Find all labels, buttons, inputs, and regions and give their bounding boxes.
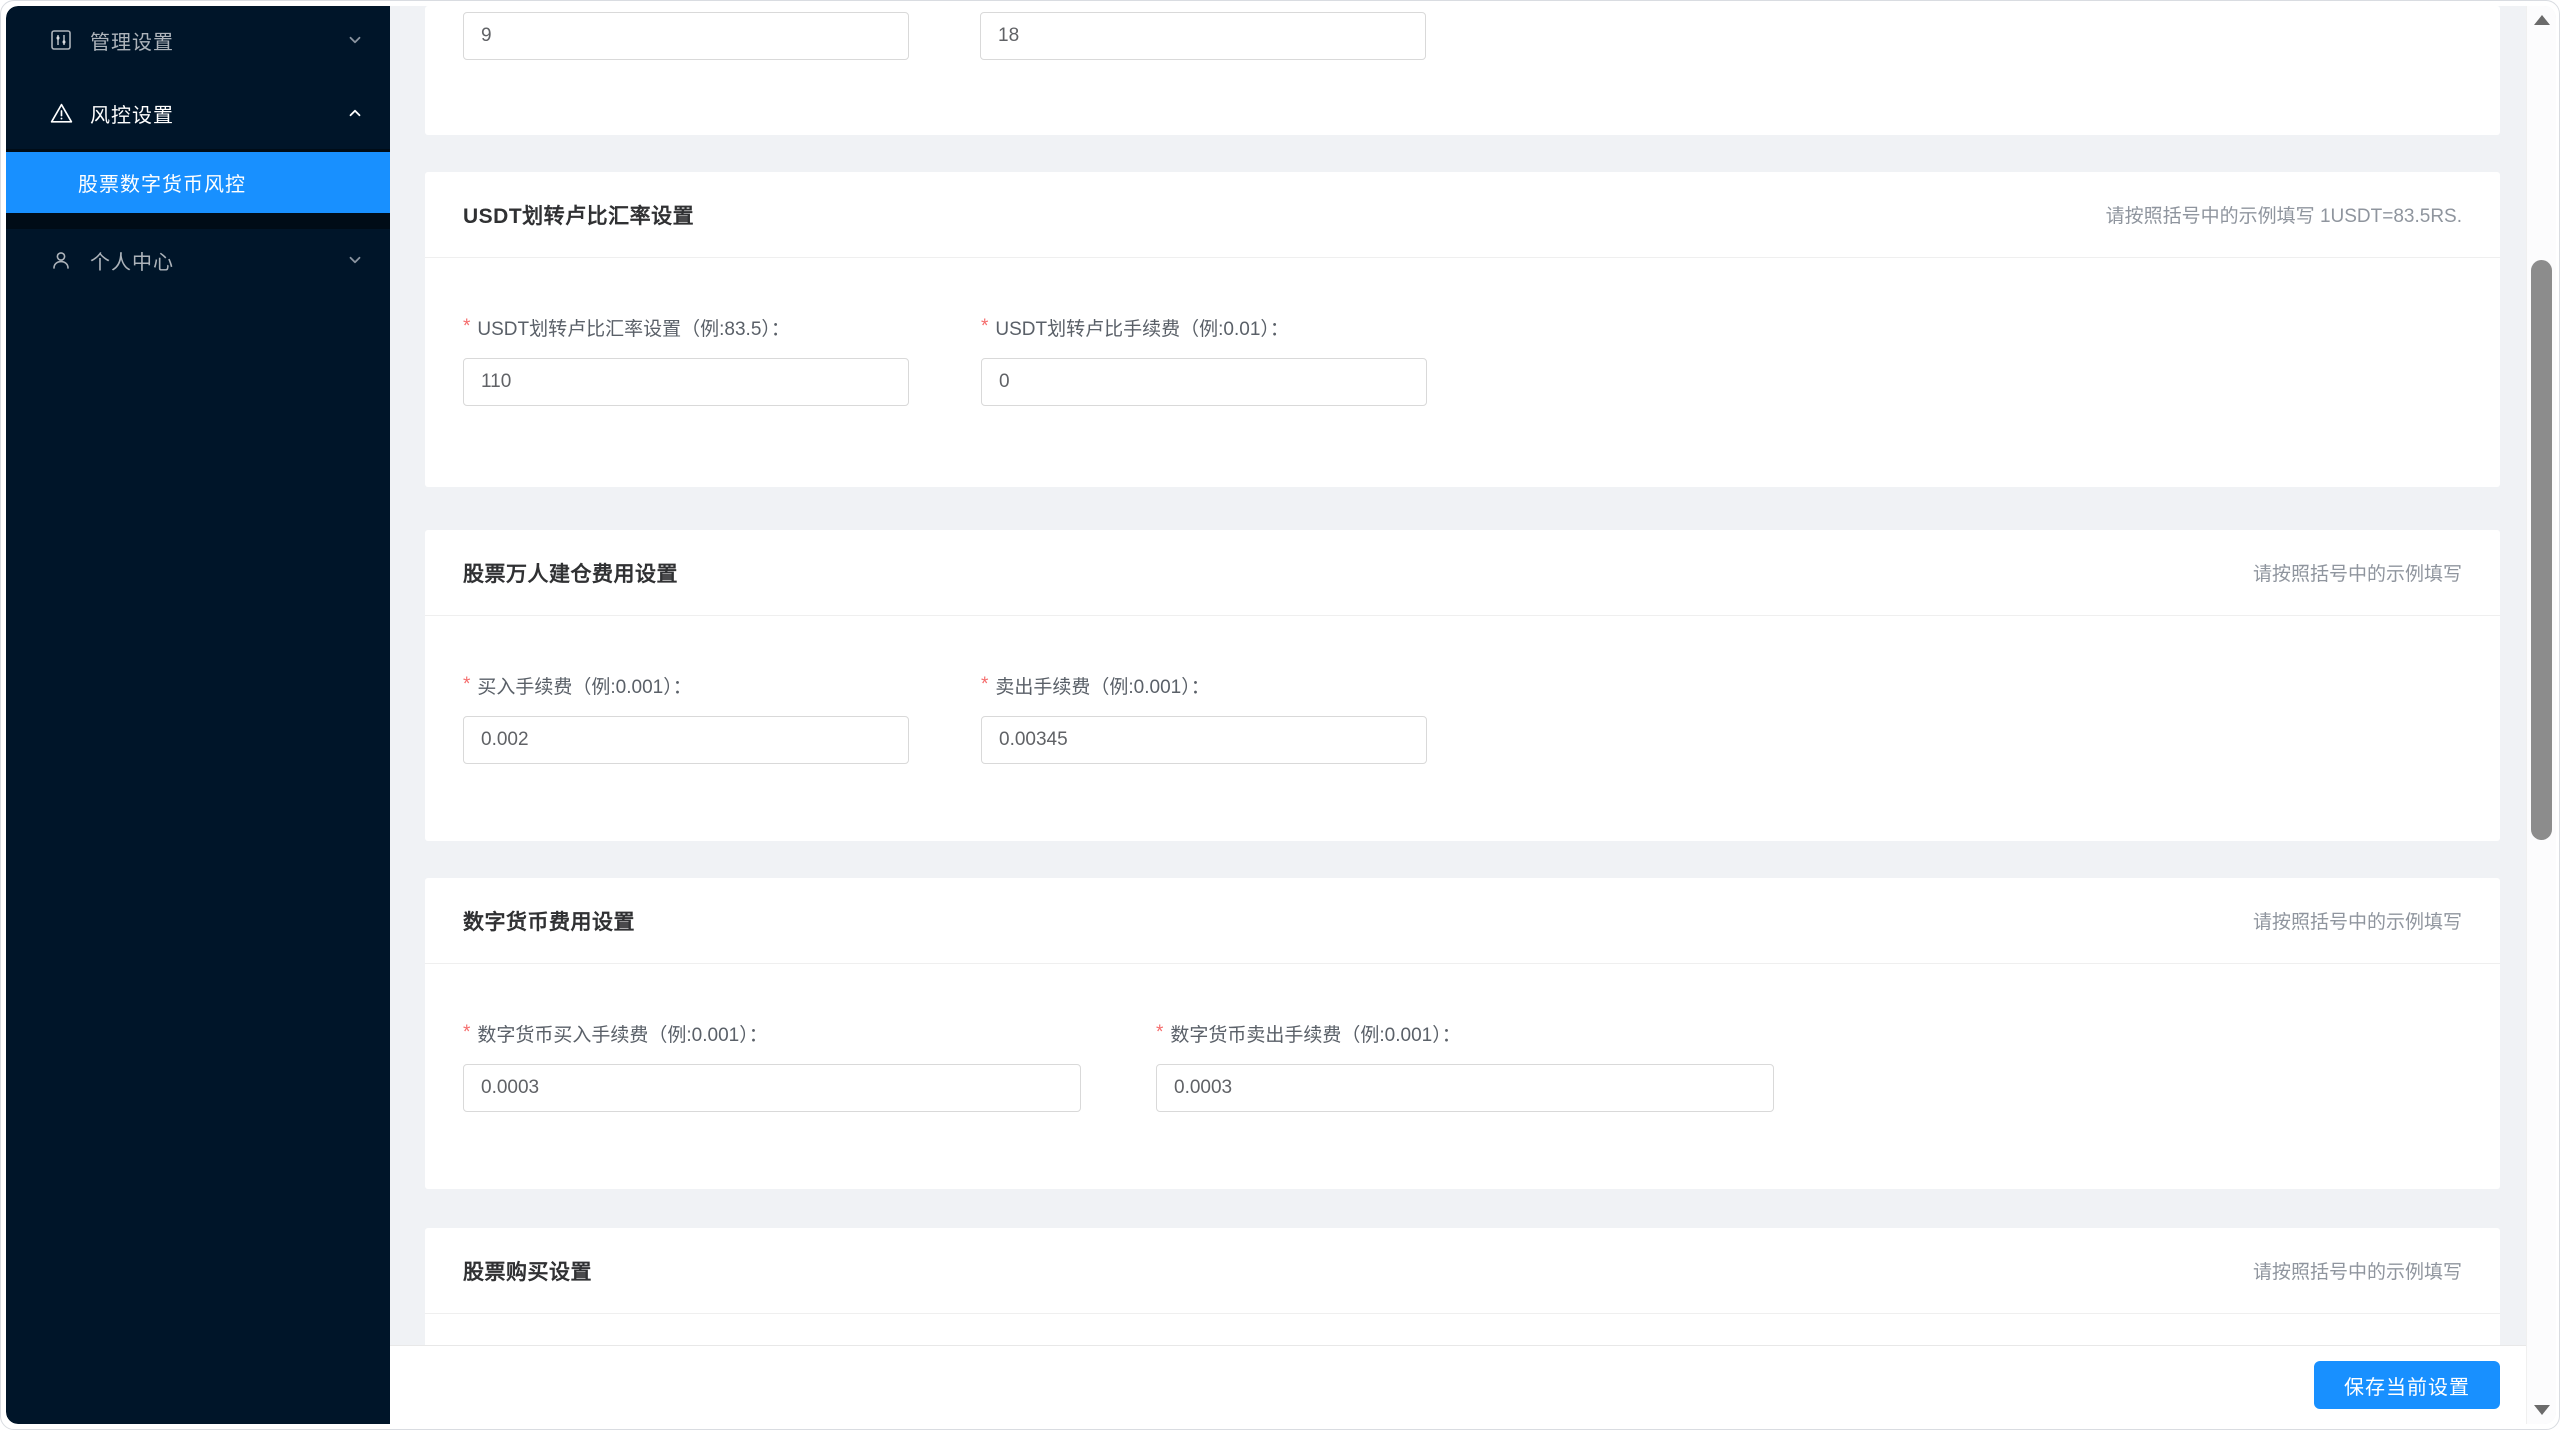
sidebar-item-label: 风控设置 [90, 99, 174, 128]
sell-fee-input[interactable] [981, 716, 1427, 764]
section-header: 数字货币费用设置 请按照括号中的示例填写 [425, 878, 2500, 964]
field-label: * 数字货币买入手续费（例:0.001）： [463, 1021, 1081, 1045]
main-content: USDT划转卢比汇率设置 请按照括号中的示例填写 1USDT=83.5RS. *… [390, 6, 2526, 1424]
chevron-up-icon [346, 104, 364, 122]
section-title: 数字货币费用设置 [463, 906, 635, 936]
crypto-sell-fee-field: * 数字货币卖出手续费（例:0.001）： [1156, 1021, 1774, 1112]
scroll-down-arrow-icon[interactable] [2534, 1405, 2550, 1415]
section-hint: 请按照括号中的示例填写 [2253, 907, 2462, 934]
field-label-text: 卖出手续费（例:0.001）： [995, 672, 1209, 699]
required-asterisk: * [981, 316, 988, 338]
sidebar-item-label: 股票数字货币风控 [78, 168, 246, 197]
section-title: 股票购买设置 [463, 1256, 592, 1286]
field-label: * 买入手续费（例:0.001）： [463, 673, 909, 697]
crypto-buy-fee-field: * 数字货币买入手续费（例:0.001）： [463, 1021, 1081, 1112]
required-asterisk: * [1156, 1022, 1163, 1044]
buy-fee-input[interactable] [463, 716, 909, 764]
required-asterisk: * [463, 1022, 470, 1044]
risk-submenu: 股票数字货币风控 [6, 149, 390, 229]
sidebar-item-label: 管理设置 [90, 26, 174, 55]
sidebar-item-personal-center[interactable]: 个人中心 [6, 230, 390, 290]
usdt-rate-field: * USDT划转卢比汇率设置（例:83.5）： [463, 315, 909, 406]
sidebar-item-stock-crypto-risk-active[interactable]: 股票数字货币风控 [6, 152, 390, 213]
warning-triangle-icon [48, 100, 74, 126]
top-field-1-input[interactable] [463, 12, 909, 60]
top-settings-card [425, 6, 2500, 135]
field-label-text: 数字货币卖出手续费（例:0.001）： [1170, 1020, 1460, 1047]
top-field-2-input[interactable] [980, 12, 1426, 60]
section-hint: 请按照括号中的示例填写 [2253, 559, 2462, 586]
sidebar-item-risk-settings[interactable]: 风控设置 [6, 83, 390, 143]
buy-fee-field: * 买入手续费（例:0.001）： [463, 673, 909, 764]
vertical-scrollbar[interactable] [2526, 6, 2556, 1424]
crypto-buy-fee-input[interactable] [463, 1064, 1081, 1112]
crypto-fee-section: 数字货币费用设置 请按照括号中的示例填写 * 数字货币买入手续费（例:0.001… [425, 878, 2500, 1189]
footer-bar: 保存当前设置 [390, 1345, 2526, 1424]
section-title: 股票万人建仓费用设置 [463, 558, 678, 588]
app-window: 管理设置 风控设置 [6, 6, 2556, 1424]
sidebar: 管理设置 风控设置 [6, 6, 390, 1424]
usdt-fee-field: * USDT划转卢比手续费（例:0.01）： [981, 315, 1427, 406]
crypto-sell-fee-input[interactable] [1156, 1064, 1774, 1112]
usdt-fee-input[interactable] [981, 358, 1427, 406]
required-asterisk: * [463, 674, 470, 696]
chevron-down-icon [346, 251, 364, 269]
chevron-down-icon [346, 31, 364, 49]
sidebar-item-label: 个人中心 [90, 246, 174, 275]
save-settings-button[interactable]: 保存当前设置 [2314, 1361, 2500, 1409]
field-label-text: 数字货币买入手续费（例:0.001）： [477, 1020, 767, 1047]
usdt-rate-section: USDT划转卢比汇率设置 请按照括号中的示例填写 1USDT=83.5RS. *… [425, 172, 2500, 487]
field-label-text: 买入手续费（例:0.001）： [477, 672, 691, 699]
usdt-rate-input[interactable] [463, 358, 909, 406]
stock-position-fee-section: 股票万人建仓费用设置 请按照括号中的示例填写 * 买入手续费（例:0.001）：… [425, 530, 2500, 841]
required-asterisk: * [463, 316, 470, 338]
scrollbar-thumb[interactable] [2531, 260, 2552, 840]
field-label: * 数字货币卖出手续费（例:0.001）： [1156, 1021, 1774, 1045]
sell-fee-field: * 卖出手续费（例:0.001）： [981, 673, 1427, 764]
field-label: * 卖出手续费（例:0.001）： [981, 673, 1427, 697]
field-label-text: USDT划转卢比手续费（例:0.01）： [995, 314, 1288, 341]
field-label-text: USDT划转卢比汇率设置（例:83.5）： [477, 314, 789, 341]
section-header: USDT划转卢比汇率设置 请按照括号中的示例填写 1USDT=83.5RS. [425, 172, 2500, 258]
section-header: 股票万人建仓费用设置 请按照括号中的示例填写 [425, 530, 2500, 616]
user-icon [48, 247, 74, 273]
sliders-icon [48, 27, 74, 53]
required-asterisk: * [981, 674, 988, 696]
section-hint: 请按照括号中的示例填写 [2253, 1257, 2462, 1284]
field-label: * USDT划转卢比手续费（例:0.01）： [981, 315, 1427, 339]
section-hint: 请按照括号中的示例填写 1USDT=83.5RS. [2106, 201, 2462, 228]
section-title: USDT划转卢比汇率设置 [463, 200, 694, 230]
sidebar-item-management-settings[interactable]: 管理设置 [6, 10, 390, 70]
scroll-up-arrow-icon[interactable] [2534, 15, 2550, 25]
field-label: * USDT划转卢比汇率设置（例:83.5）： [463, 315, 909, 339]
section-header: 股票购买设置 请按照括号中的示例填写 [425, 1228, 2500, 1314]
